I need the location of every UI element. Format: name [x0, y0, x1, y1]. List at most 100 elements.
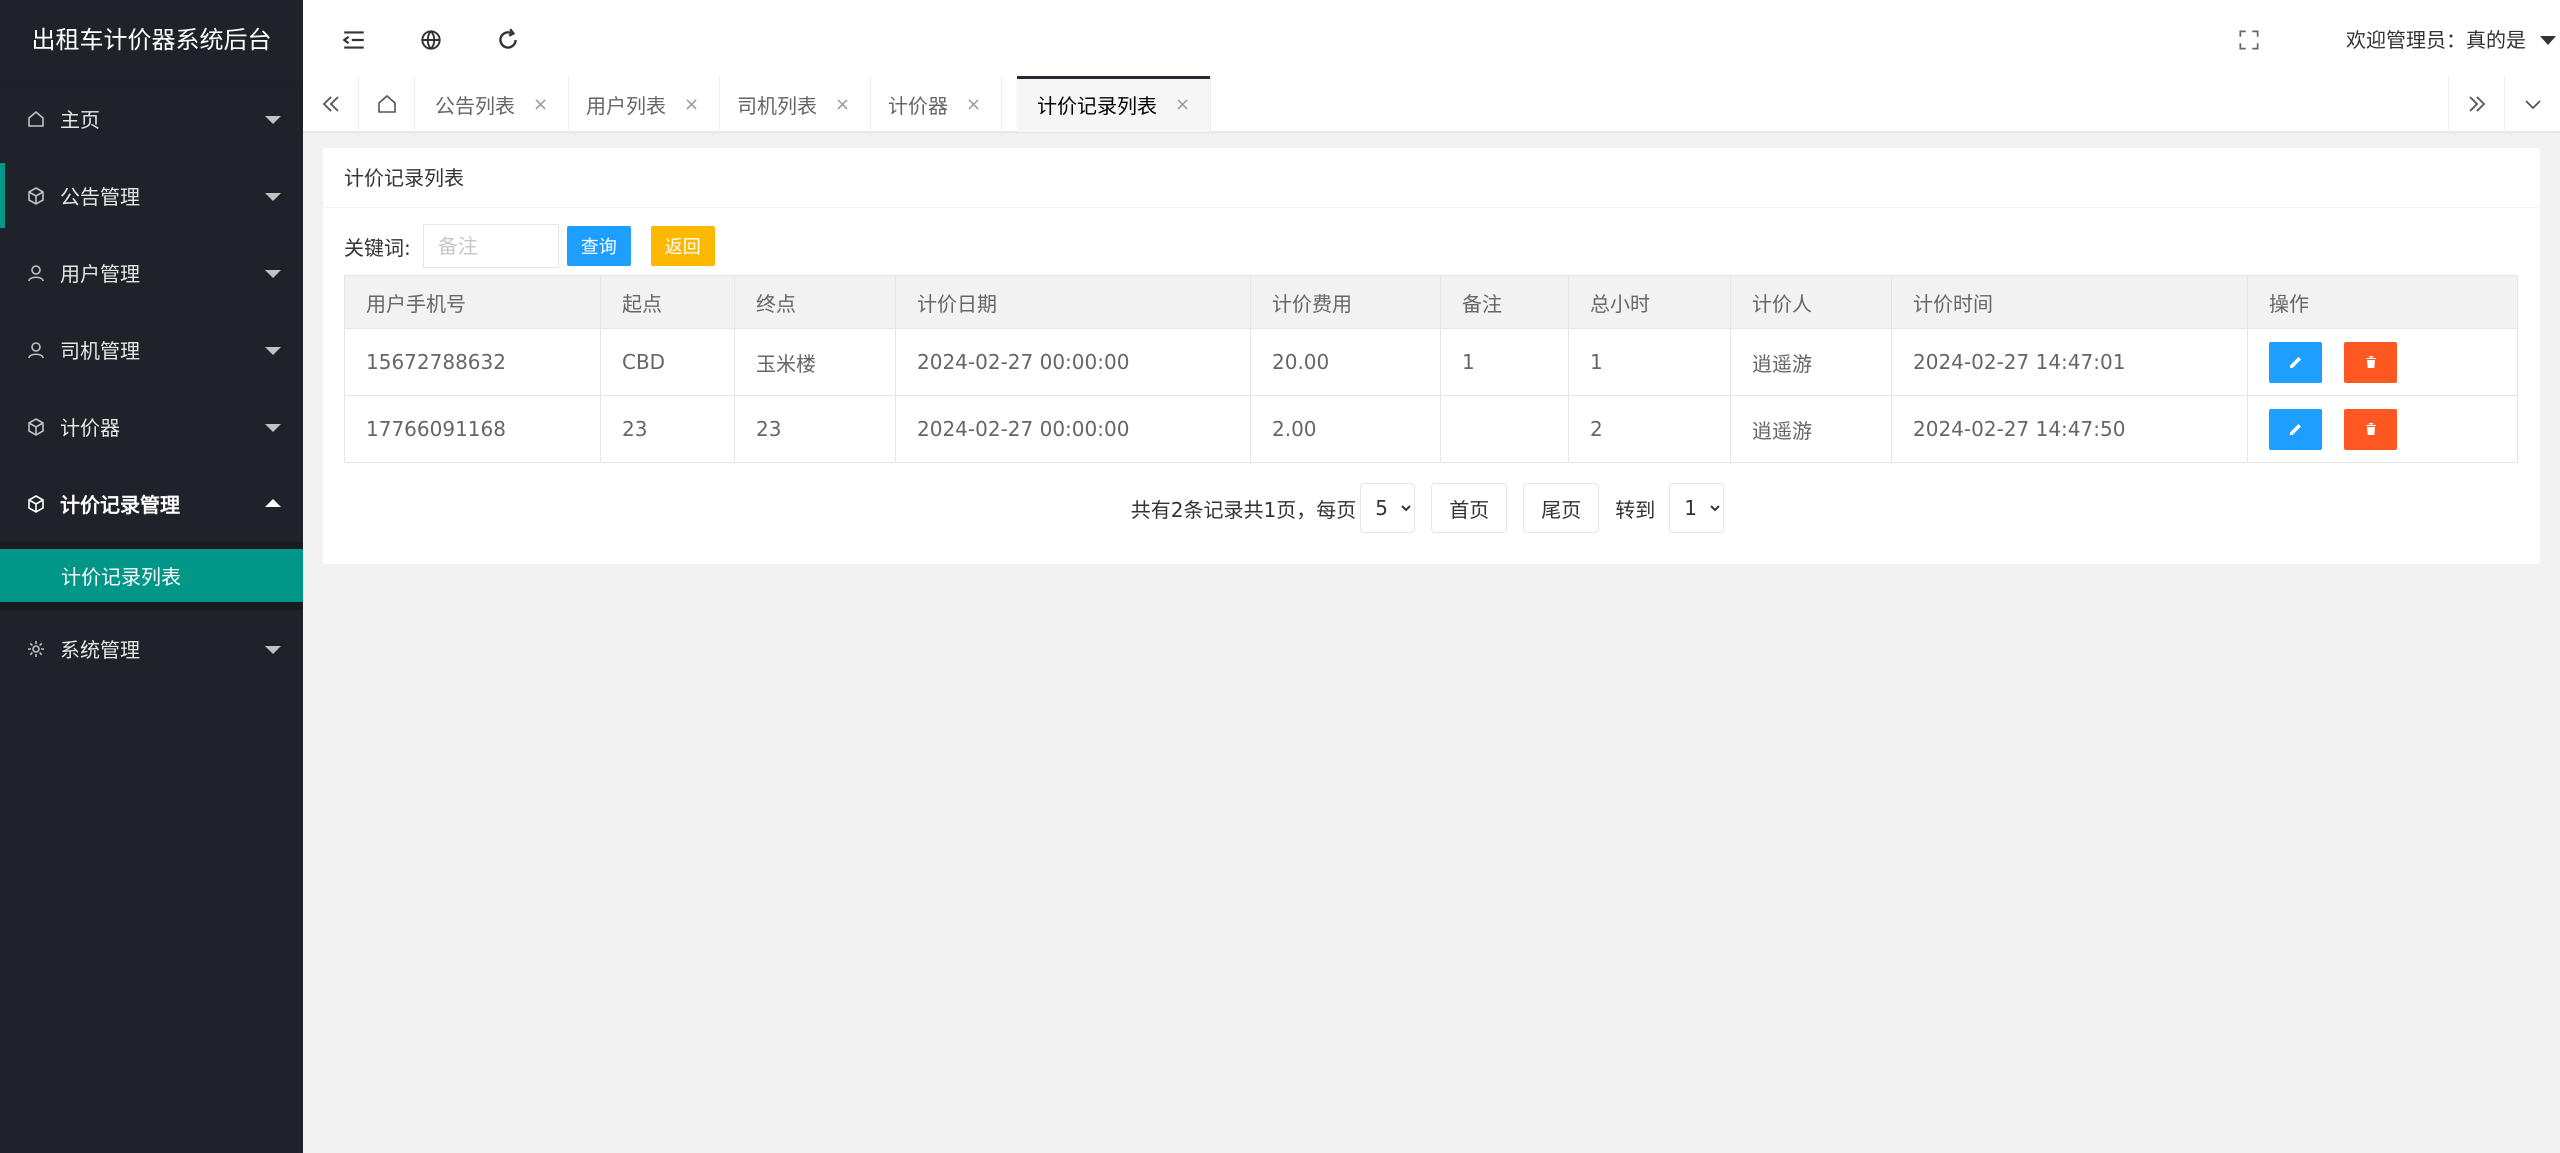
sidebar-item-system[interactable]: 系统管理	[0, 610, 303, 687]
tab-home-icon[interactable]	[359, 76, 415, 132]
tab-announcement-list[interactable]: 公告列表 ×	[415, 76, 570, 132]
tab-meter[interactable]: 计价器 ×	[868, 76, 1003, 132]
sidebar-item-label: 系统管理	[60, 638, 140, 662]
chevron-down-icon	[265, 192, 281, 201]
sidebar-item-label: 计价器	[60, 416, 120, 440]
cell-actions	[2247, 328, 2518, 396]
column-header: 操作	[2247, 275, 2518, 329]
close-icon[interactable]: ×	[966, 94, 981, 115]
close-icon[interactable]: ×	[835, 94, 850, 115]
trash-icon	[2365, 423, 2376, 435]
table-row: 15672788632 CBD 玉米楼 2024-02-27 00:00:00 …	[344, 328, 2518, 396]
edit-button[interactable]	[2269, 408, 2322, 450]
top-header: 欢迎管理员：真的是	[303, 0, 2560, 80]
column-header: 总小时	[1568, 275, 1731, 329]
chevron-down-icon	[265, 346, 281, 355]
cell-phone: 17766091168	[344, 395, 601, 463]
back-button[interactable]: 返回	[650, 226, 715, 266]
goto-page-select[interactable]: 1	[1669, 483, 1725, 533]
cube-icon	[26, 186, 46, 206]
column-header: 起点	[600, 275, 735, 329]
keyword-label: 关键词:	[344, 235, 411, 260]
tab-scroll-left-icon[interactable]	[303, 76, 359, 132]
cell-time: 2024-02-27 14:47:50	[1891, 395, 2248, 463]
chevron-down-icon[interactable]	[2540, 36, 2556, 45]
user-icon	[26, 263, 46, 283]
refresh-icon[interactable]	[494, 26, 522, 54]
search-bar: 关键词: 查询 返回	[344, 224, 715, 268]
last-page-button[interactable]: 尾页	[1523, 483, 1600, 533]
table-header-row: 用户手机号 起点 终点 计价日期 计价费用 备注 总小时 计价人 计价时间 操作	[344, 275, 2518, 329]
keyword-input[interactable]	[422, 224, 559, 268]
cell-start: 23	[600, 395, 735, 463]
cell-end: 玉米楼	[734, 328, 896, 396]
cell-fee: 20.00	[1250, 328, 1441, 396]
trash-icon	[2365, 356, 2376, 368]
page-size-select[interactable]: 5	[1360, 483, 1416, 533]
delete-button[interactable]	[2344, 408, 2398, 450]
cell-hours: 2	[1568, 395, 1731, 463]
chevron-down-icon	[265, 269, 281, 278]
chevron-down-icon	[265, 115, 281, 124]
cell-date: 2024-02-27 00:00:00	[895, 395, 1251, 463]
sidebar-item-label: 公告管理	[60, 185, 140, 209]
cell-phone: 15672788632	[344, 328, 601, 396]
delete-button[interactable]	[2344, 341, 2398, 383]
sidebar: 出租车计价器系统后台 主页 公告管理 用户管理 司机管理 计价器 计价记录管理 …	[0, 0, 303, 1153]
tab-user-list[interactable]: 用户列表 ×	[566, 76, 721, 132]
pencil-icon	[2289, 357, 2301, 368]
tab-driver-list[interactable]: 司机列表 ×	[717, 76, 872, 132]
table-row: 17766091168 23 23 2024-02-27 00:00:00 2.…	[344, 395, 2518, 463]
sidebar-item-announcements[interactable]: 公告管理	[0, 157, 303, 234]
cell-start: CBD	[600, 328, 735, 396]
sidebar-item-label: 司机管理	[60, 339, 140, 363]
tab-pricing-record-list[interactable]: 计价记录列表 ×	[1017, 76, 1212, 132]
chevron-up-icon	[265, 498, 281, 507]
tab-scroll-right-icon[interactable]	[2448, 76, 2504, 132]
fullscreen-icon[interactable]	[2235, 26, 2263, 54]
sidebar-item-home[interactable]: 主页	[0, 80, 303, 157]
query-button[interactable]: 查询	[566, 226, 631, 266]
column-header: 计价人	[1730, 275, 1892, 329]
tab-label: 公告列表	[435, 93, 515, 118]
chevron-down-icon	[265, 645, 281, 654]
welcome-admin[interactable]: 欢迎管理员：真的是	[2346, 0, 2526, 80]
sidebar-item-meters[interactable]: 计价器	[0, 388, 303, 465]
goto-label: 转到	[1615, 497, 1656, 522]
pagination: 共有2条记录共1页，每页 5 首页 尾页 转到 1	[323, 483, 2540, 533]
cell-note: 1	[1440, 328, 1569, 396]
sidebar-menu: 主页 公告管理 用户管理 司机管理 计价器 计价记录管理 计价记录列表 系统管理	[0, 80, 303, 687]
close-icon[interactable]: ×	[533, 94, 548, 115]
pager-summary: 共有2条记录共1页，每页	[1130, 497, 1357, 522]
cell-date: 2024-02-27 00:00:00	[895, 328, 1251, 396]
sidebar-item-drivers[interactable]: 司机管理	[0, 311, 303, 388]
pencil-icon	[2289, 424, 2301, 435]
sidebar-item-label: 计价记录管理	[60, 493, 180, 517]
sidebar-item-pricing-records[interactable]: 计价记录管理	[0, 465, 303, 542]
cell-note	[1440, 395, 1569, 463]
close-icon[interactable]: ×	[1175, 94, 1190, 115]
cell-actions	[2247, 395, 2518, 463]
globe-icon[interactable]	[417, 26, 445, 54]
pricing-record-card: 计价记录列表 关键词: 查询 返回 用户手机号 起点 终点 计价日期 计价费用 …	[323, 148, 2540, 564]
home-icon	[26, 109, 46, 129]
cube-icon	[26, 417, 46, 437]
first-page-button[interactable]: 首页	[1431, 483, 1508, 533]
sidebar-submenu: 计价记录列表	[0, 542, 303, 610]
edit-button[interactable]	[2269, 341, 2322, 383]
sidebar-item-users[interactable]: 用户管理	[0, 234, 303, 311]
close-icon[interactable]: ×	[684, 94, 699, 115]
sidebar-subitem-pricing-record-list[interactable]: 计价记录列表	[0, 549, 303, 602]
cell-hours: 1	[1568, 328, 1731, 396]
sidebar-item-label: 主页	[60, 108, 100, 132]
chevron-down-icon	[265, 423, 281, 432]
column-header: 终点	[734, 275, 896, 329]
sidebar-item-label: 用户管理	[60, 262, 140, 286]
cell-person: 逍遥游	[1730, 328, 1892, 396]
tab-label: 计价记录列表	[1037, 93, 1157, 118]
column-header: 计价费用	[1250, 275, 1441, 329]
tab-menu-dropdown-icon[interactable]	[2504, 76, 2560, 132]
cube-icon	[26, 494, 46, 514]
menu-collapse-icon[interactable]	[340, 26, 368, 54]
cell-time: 2024-02-27 14:47:01	[1891, 328, 2248, 396]
